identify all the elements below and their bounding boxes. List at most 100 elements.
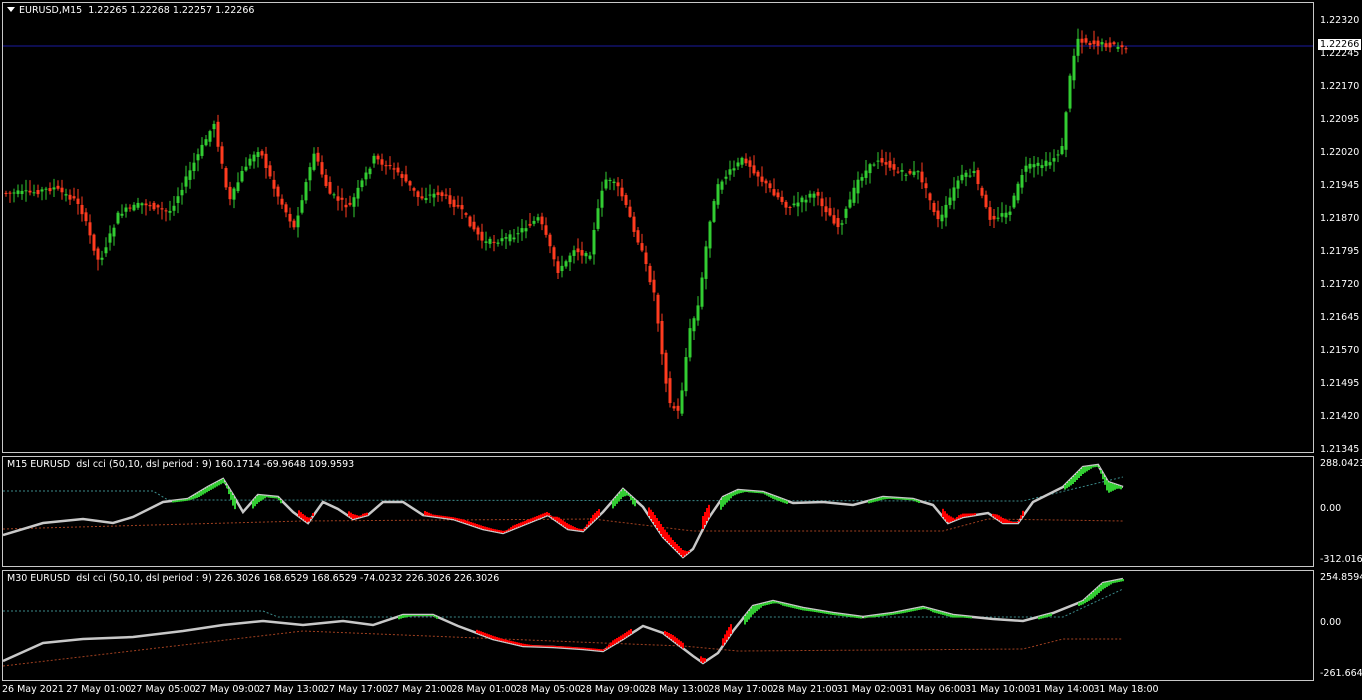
time-label: 28 May 01:00 bbox=[451, 684, 517, 695]
candle-body bbox=[1016, 183, 1020, 201]
candle-body bbox=[904, 174, 908, 176]
candle-body bbox=[148, 205, 152, 207]
candle-body bbox=[92, 234, 96, 251]
candle-body bbox=[804, 199, 808, 203]
candle-body bbox=[212, 123, 216, 130]
candle-body bbox=[776, 192, 780, 198]
candle-body bbox=[408, 181, 412, 186]
candle-body bbox=[856, 179, 860, 194]
candle-body bbox=[68, 194, 72, 200]
candle-body bbox=[868, 164, 872, 174]
candle-body bbox=[800, 197, 804, 203]
candle-body bbox=[32, 192, 36, 194]
candle-body bbox=[132, 204, 136, 211]
candle-body bbox=[1020, 174, 1024, 188]
cci-m15-pane[interactable]: M15 EURUSD dsl cci (50,10, dsl period : … bbox=[2, 456, 1314, 567]
cci-m30-chart[interactable] bbox=[3, 571, 1313, 680]
candle-body bbox=[260, 151, 264, 156]
candle-body bbox=[220, 146, 224, 164]
candle-body bbox=[980, 187, 984, 196]
candle-body bbox=[780, 196, 784, 202]
candle-body bbox=[196, 154, 200, 161]
candle-body bbox=[544, 225, 548, 235]
candle-body bbox=[608, 179, 612, 181]
candle-body bbox=[500, 238, 504, 242]
cci-m15-tick-zero: 0.00 bbox=[1320, 503, 1342, 514]
candle-body bbox=[48, 188, 52, 192]
candle-body bbox=[1092, 40, 1096, 45]
candle-body bbox=[1104, 43, 1108, 48]
candle-body bbox=[712, 201, 716, 222]
candle-body bbox=[692, 318, 696, 332]
candle-body bbox=[8, 192, 12, 194]
candle-body bbox=[452, 199, 456, 207]
candle-body bbox=[816, 192, 820, 196]
candle-body bbox=[540, 216, 544, 225]
cci-m15-tick-top: 288.0423 bbox=[1320, 458, 1362, 469]
time-axis[interactable]: 26 May 2021 27 May 01:00 27 May 05:00 27 Ma… bbox=[0, 683, 1362, 700]
candle-body bbox=[1044, 160, 1048, 167]
candle-body bbox=[76, 198, 80, 204]
price-tick: 1.21570 bbox=[1320, 345, 1360, 356]
candle-body bbox=[1052, 158, 1056, 162]
candle-body bbox=[1124, 48, 1128, 50]
price-tick: 1.21420 bbox=[1320, 411, 1360, 422]
upper-dsl-line bbox=[3, 476, 1124, 502]
cci-m30-pane[interactable]: M30 EURUSD dsl cci (50,10, dsl period : … bbox=[2, 570, 1314, 681]
candle-body bbox=[992, 215, 996, 220]
candle-body bbox=[248, 158, 252, 166]
candle-body bbox=[1000, 213, 1004, 217]
candle-body bbox=[560, 265, 564, 272]
cci-line bbox=[3, 463, 1124, 559]
candle-body bbox=[100, 257, 104, 260]
cci-m30-tick-bottom: -261.6642 bbox=[1320, 668, 1362, 679]
candlestick-chart[interactable] bbox=[3, 3, 1313, 452]
price-tick: 1.21795 bbox=[1320, 246, 1360, 257]
candle-body bbox=[472, 221, 476, 230]
price-scale[interactable]: 1.22320 1.22245 1.22170 1.22095 1.22020 1.219… bbox=[1316, 0, 1362, 455]
time-label: 27 May 21:00 bbox=[387, 684, 453, 695]
candle-body bbox=[424, 198, 428, 201]
time-label: 28 May 21:00 bbox=[772, 684, 838, 695]
candle-body bbox=[468, 216, 472, 227]
candle-body bbox=[756, 171, 760, 177]
candle-body bbox=[360, 180, 364, 188]
candle-body bbox=[840, 223, 844, 225]
candle-body bbox=[184, 176, 188, 187]
candle-body bbox=[368, 168, 372, 175]
candle-body bbox=[224, 168, 228, 188]
candle-body bbox=[912, 171, 916, 175]
candle-body bbox=[952, 187, 956, 201]
candle-body bbox=[124, 207, 128, 212]
candle-body bbox=[964, 172, 968, 177]
candle-body bbox=[640, 243, 644, 251]
time-label: 28 May 09:00 bbox=[579, 684, 645, 695]
candle-body bbox=[156, 205, 160, 208]
candle-body bbox=[200, 144, 204, 156]
candle-body bbox=[552, 247, 556, 260]
price-tick: 1.22170 bbox=[1320, 81, 1360, 92]
candle-body bbox=[20, 190, 24, 195]
candle-body bbox=[660, 320, 664, 355]
candle-body bbox=[204, 139, 208, 146]
cci-line bbox=[3, 577, 1124, 665]
candle-body bbox=[620, 187, 624, 197]
time-label: 31 May 06:00 bbox=[900, 684, 966, 695]
price-tick: 1.21345 bbox=[1320, 444, 1360, 455]
cci-m15-chart[interactable] bbox=[3, 457, 1313, 566]
cci-m30-scale: 254.8594 0.00 -261.6642 bbox=[1316, 570, 1362, 681]
time-label: 27 May 09:00 bbox=[194, 684, 260, 695]
candle-body bbox=[16, 190, 20, 194]
price-tick: 1.22320 bbox=[1320, 15, 1360, 26]
candle-body bbox=[1036, 162, 1040, 166]
candle-body bbox=[680, 390, 684, 414]
candle-body bbox=[140, 203, 144, 206]
candle-body bbox=[240, 171, 244, 182]
candle-body bbox=[28, 190, 32, 193]
candle-body bbox=[12, 192, 16, 194]
time-label: 26 May 2021 bbox=[2, 684, 64, 695]
candle-body bbox=[516, 233, 520, 235]
price-chart-pane[interactable]: EURUSD,M15 1.22265 1.22268 1.22257 1.222… bbox=[2, 2, 1314, 453]
candle-body bbox=[44, 188, 48, 190]
candle-body bbox=[372, 155, 376, 164]
